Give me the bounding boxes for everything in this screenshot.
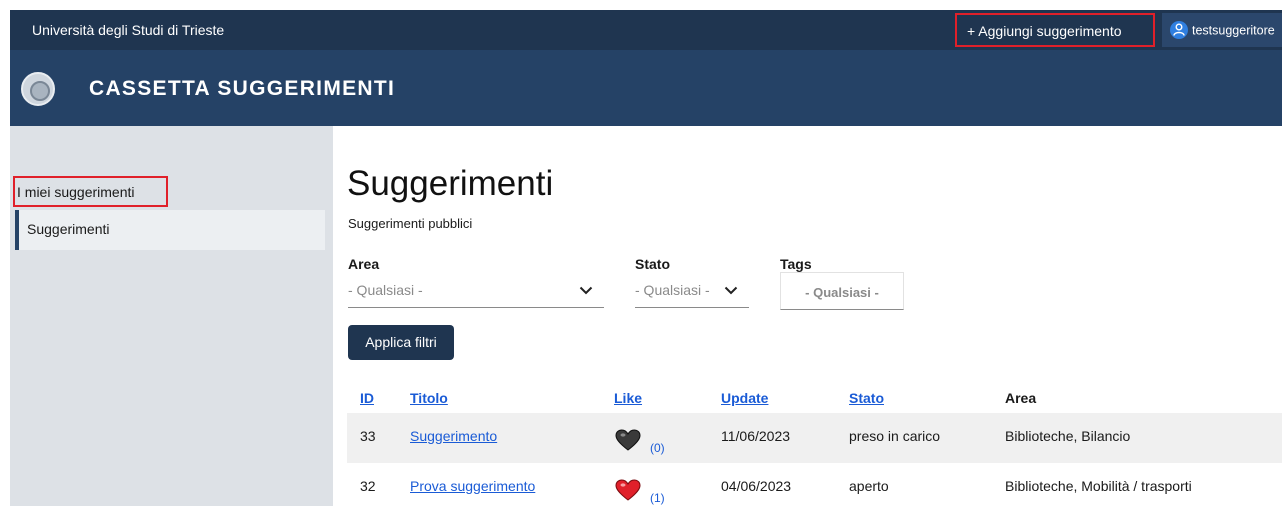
- tags-filter-input[interactable]: - Qualsiasi -: [780, 272, 904, 310]
- sidebar-item-my-suggestions[interactable]: I miei suggerimenti: [13, 176, 168, 207]
- top-bar: Università degli Studi di Trieste + Aggi…: [10, 10, 1282, 50]
- row-title-link[interactable]: Suggerimento: [410, 428, 497, 444]
- column-header-like[interactable]: Like: [614, 390, 642, 406]
- user-name: testsuggeritore: [1192, 23, 1275, 38]
- university-seal-icon[interactable]: [21, 72, 55, 106]
- user-menu[interactable]: testsuggeritore: [1162, 13, 1282, 47]
- row-update: 04/06/2023: [721, 478, 792, 494]
- like-count[interactable]: (1): [650, 491, 665, 505]
- like-count[interactable]: (0): [650, 441, 665, 455]
- column-header-update[interactable]: Update: [721, 390, 768, 406]
- chevron-down-icon: [724, 286, 738, 295]
- table-row: 33 Suggerimento (0) 11/06/2023 preso in …: [347, 413, 1282, 463]
- row-id: 32: [360, 478, 376, 494]
- row-area: Biblioteche, Mobilità / trasporti: [1005, 478, 1192, 494]
- site-title[interactable]: CASSETTA SUGGERIMENTI: [89, 77, 395, 101]
- column-header-titolo[interactable]: Titolo: [410, 390, 448, 406]
- chevron-down-icon: [579, 286, 593, 295]
- row-status: aperto: [849, 478, 889, 494]
- row-update: 11/06/2023: [721, 428, 791, 444]
- sidebar-item-suggestions[interactable]: Suggerimenti: [15, 210, 325, 250]
- stato-filter-value: - Qualsiasi -: [635, 282, 710, 298]
- table-row: 32 Prova suggerimento (1) 04/06/2023 ape…: [347, 463, 1282, 506]
- row-id: 33: [360, 428, 376, 444]
- university-link[interactable]: Università degli Studi di Trieste: [32, 22, 224, 38]
- heart-icon[interactable]: [615, 479, 641, 501]
- heart-icon[interactable]: [615, 429, 641, 451]
- area-filter-value: - Qualsiasi -: [348, 282, 423, 298]
- page-subtitle: Suggerimenti pubblici: [348, 216, 473, 231]
- apply-filters-button[interactable]: Applica filtri: [348, 325, 454, 360]
- column-header-stato[interactable]: Stato: [849, 390, 884, 406]
- area-filter-label: Area: [348, 256, 380, 272]
- add-suggestion-link[interactable]: + Aggiungi suggerimento: [955, 13, 1155, 47]
- area-filter-select[interactable]: - Qualsiasi -: [348, 274, 604, 308]
- stato-filter-select[interactable]: - Qualsiasi -: [635, 274, 749, 308]
- stato-filter-label: Stato: [635, 256, 670, 272]
- user-icon: [1170, 21, 1188, 39]
- row-area: Biblioteche, Bilancio: [1005, 428, 1131, 444]
- page-title: Suggerimenti: [347, 164, 554, 203]
- site-header: CASSETTA SUGGERIMENTI: [10, 50, 1282, 126]
- tags-filter-label: Tags: [780, 256, 812, 272]
- row-title-link[interactable]: Prova suggerimento: [410, 478, 535, 494]
- row-status: preso in carico: [849, 428, 941, 444]
- column-header-area: Area: [1005, 390, 1037, 406]
- sidebar: I miei suggerimenti Suggerimenti: [10, 126, 333, 506]
- column-header-id[interactable]: ID: [360, 390, 374, 406]
